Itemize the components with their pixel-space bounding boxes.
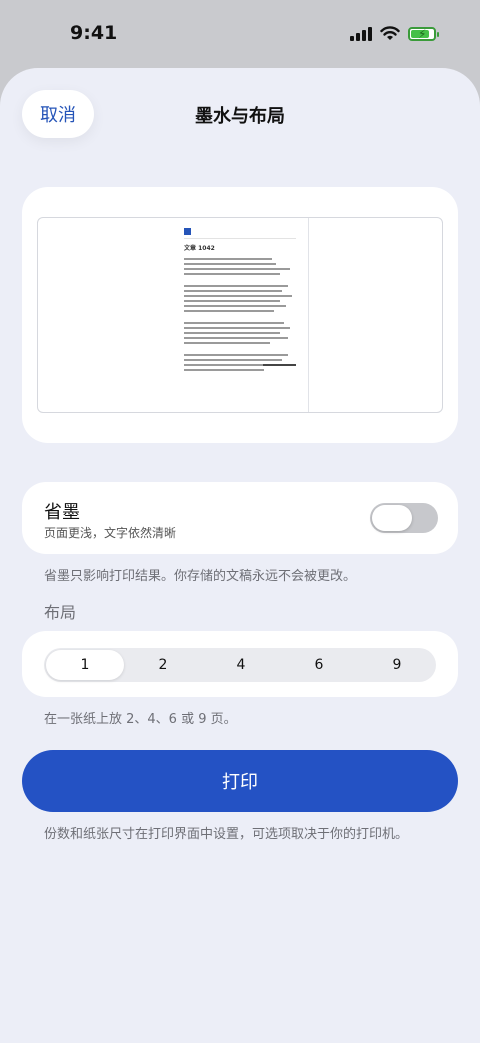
print-preview: 文章 1042: [37, 217, 443, 413]
layout-option-1[interactable]: 1: [46, 650, 124, 680]
document-logo-mark: [184, 228, 191, 235]
document-text-lines: [184, 258, 296, 374]
layout-card: 1 2 4 6 9: [22, 631, 458, 697]
document-signature-line: [263, 364, 296, 366]
print-note: 份数和纸张尺寸在打印界面中设置，可选项取决于你的打印机。: [44, 827, 409, 842]
layout-section-label: 布局: [44, 603, 77, 622]
layout-option-9[interactable]: 9: [358, 648, 436, 682]
ink-saver-note: 省墨只影响打印结果。你存储的文稿永远不会被更改。: [44, 569, 357, 584]
ink-saver-toggle[interactable]: [370, 503, 438, 533]
status-time: 9:41: [70, 22, 118, 44]
ink-saver-title: 省墨: [44, 502, 80, 523]
ink-saver-subtitle: 页面更浅，文字依然清晰: [44, 526, 177, 540]
layout-note: 在一张纸上放 2、4、6 或 9 页。: [44, 712, 237, 727]
pages-per-sheet-control: 1 2 4 6 9: [44, 648, 436, 682]
status-icons: ⚡: [350, 26, 439, 41]
cellular-signal-icon: [350, 26, 372, 41]
print-button[interactable]: 打印: [22, 750, 458, 812]
document-header-rule: [184, 238, 296, 239]
layout-option-2[interactable]: 2: [124, 648, 202, 682]
sheet-title: 墨水与布局: [195, 106, 285, 127]
toggle-knob: [372, 505, 412, 531]
layout-option-4[interactable]: 4: [202, 648, 280, 682]
layout-option-6[interactable]: 6: [280, 648, 358, 682]
battery-charging-icon: ⚡: [408, 26, 439, 41]
wifi-icon: [380, 26, 400, 40]
ink-saver-row: 省墨 页面更浅，文字依然清晰: [22, 482, 458, 554]
ink-layout-sheet: 取消 墨水与布局 文章 1042 省墨 页面更浅，文字依然清晰 省墨只影响打印结…: [0, 68, 480, 1043]
page-divider: [308, 218, 309, 412]
document-title: 文章 1042: [184, 245, 215, 252]
print-preview-card: 文章 1042: [22, 187, 458, 443]
